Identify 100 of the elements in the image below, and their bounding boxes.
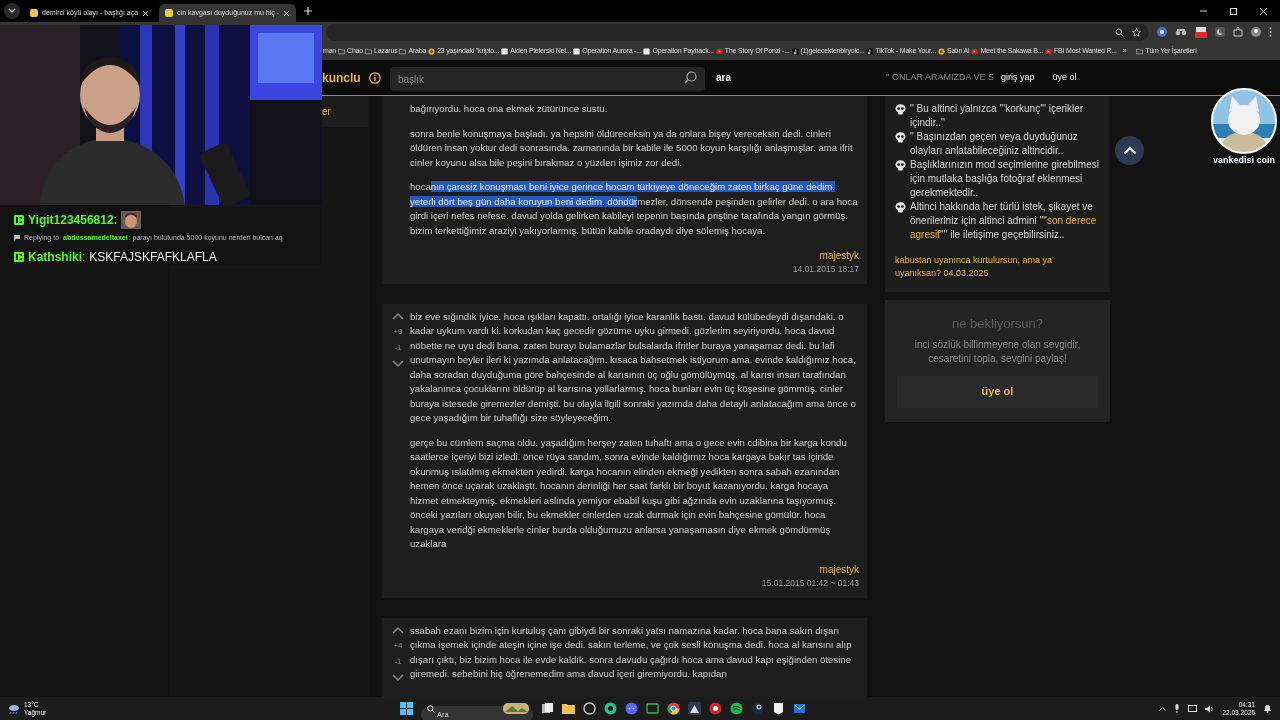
close-icon[interactable] xyxy=(283,9,291,17)
search-icon[interactable] xyxy=(684,70,697,84)
signup-button[interactable]: üye ol xyxy=(897,375,1098,408)
folder-icon xyxy=(364,47,372,55)
chat-message: KSKFAJSKFAFKLAFLA xyxy=(89,248,217,266)
zoom-icon[interactable] xyxy=(1115,27,1124,37)
badge-icon xyxy=(14,215,24,225)
chat-app-icon xyxy=(624,702,638,715)
entry-date: 14.01.2015 18:17 xyxy=(792,263,859,276)
extension-icon[interactable] xyxy=(1157,27,1167,37)
info-icon[interactable] xyxy=(368,71,381,84)
taskbar-app[interactable] xyxy=(561,702,575,715)
rule-text: '' Bu altinci yalnızca '''korkunç''' içerikler içindir..'' xyxy=(910,102,1085,130)
downvote-button[interactable] xyxy=(390,357,406,370)
glasses-icon[interactable] xyxy=(1175,27,1187,37)
downvote-count: -1 xyxy=(394,655,402,668)
task-view-icon xyxy=(540,702,554,715)
taskbar-app[interactable] xyxy=(771,702,785,715)
folder-icon xyxy=(1136,47,1144,55)
play-icon xyxy=(1045,47,1052,55)
close-icon xyxy=(1258,6,1268,16)
menu-icon[interactable] xyxy=(1269,27,1272,37)
plus-icon xyxy=(304,7,313,15)
entry-date: 15.01.2015 01:42 ~ 01:43 xyxy=(761,576,859,590)
chevron-up-icon[interactable] xyxy=(1159,706,1167,711)
taskbar-app[interactable] xyxy=(729,702,743,715)
entry-text: gerçe bu cümlem saçma oldu. yaşadığım herşey zaten tuhaftı ama o gece evin cdibina bir karga kondu saatlerce içeriyi bizi izledi. önce rüya sandım, sonra evinde kaldığımız hoca kargaya bakır tas içinde okunmuş ıslatılmış ekmekten yedirdi. karga hocanın elinden ekmeği yedikten sonra sabah ezanından hemen önce uçarak uzaklaştı. hocanın derinliği her saat farklı bir boyut kazanıyordu. karga hocaya hizmet etmekteymiş. ekmekleri aslında yemiyor ebabil kuşu gibi ağzında evin uzaklarına taşıyormuş. önceki yazıları okuyan bilir, bu ekmekler cinlerden uzak durmak için evin bahçesine gömülür. hoca kargaya veridği ekmeklerle cinler burda olduğumuzu anlarsa yanaşamasın diye ekmek gömdürmüş uzaklara xyxy=(410,435,848,552)
page-icon xyxy=(501,47,509,55)
microphone-icon[interactable] xyxy=(1174,704,1181,713)
chevron-up-icon xyxy=(1122,146,1137,155)
taskbar-app[interactable] xyxy=(687,702,701,715)
search-button[interactable]: ara xyxy=(713,70,734,85)
coin-icon xyxy=(428,47,436,55)
landscape-icon xyxy=(502,703,529,714)
speech-bubble-icon xyxy=(14,235,20,242)
entry-text: sonra benle konuşmaya başladı. ya hepsini öldüreceksin ya da onlara bişey vereceksin dedi. cinleri öldüren insan yoktur dedi sonrasında. zamanında bir kabile ile 5000 koyun karşılığı anlaşmışlar. ama ifrit cinler koyunu alsa bile peşini bırakmaz o yüzden işimiz zor dedi. xyxy=(410,126,854,170)
badge-icon xyxy=(14,251,24,262)
entry-text: ssabah ezanı bizim için kurtuluş çanı gibiydi bir sonraki yatsı namazına kadar. hoca bana sakın dışarı çıkma işemek içinde ateşin içine işe dedi. sakın terleme, ve çok sesli konuşma dedi. hoca al karısını alıp dışarı çıktı, biz bizim hoca ile evde kaldık. sonra davudu çağırdı hoca ama davud kapı eşiğinden ötesine giremedi. sebebini hiç öğrenemedim ama davud içeri giremiyordu. kapıdan xyxy=(410,623,853,681)
play-icon xyxy=(715,47,723,55)
site-logo[interactable]: kunclu xyxy=(322,68,361,87)
favicon-icon xyxy=(30,9,38,17)
maximize-icon xyxy=(1228,6,1238,16)
signup-link[interactable]: üye ol xyxy=(1049,70,1080,85)
music-note-icon xyxy=(866,47,874,55)
page-icon xyxy=(643,47,651,55)
upvote-count: +4 xyxy=(393,639,403,652)
author-link[interactable]: majestyk xyxy=(819,561,859,577)
chat-username[interactable]: Kathshiki xyxy=(28,247,82,266)
overlay-caption: vankedisi coin xyxy=(1213,154,1275,167)
tab-list-button[interactable] xyxy=(4,3,20,19)
downvote-count: -1 xyxy=(394,341,402,354)
author-link[interactable]: majestyk xyxy=(819,248,859,263)
taskbar-app[interactable] xyxy=(750,702,764,715)
taskbar-app[interactable] xyxy=(540,702,554,715)
entry-text: biz eve sığındık iyice. hoca ışıkları kapattı. ortalığı iyice karanlık bastı. davud külübedeydi dışarıdaki. o kadar uykum vardı ki. korkudan kaç gecedir gözüme uyku girmedi. gözlerim seyiriyordu. hoca davud nöbette ne uyu dedi bana. zaten burayı bulamazlar bulsalarda ifritler buraya yanaşamaz dedi. bu lafi unutmayın beyler ileri ki yazımda anlatacağım. kısaca bahsetmek istiyorum ama. evinde kaldığımız hoca, daha soradan duyduğuma göre bahçesinde al karısının üç oğlu gömülüymüş. al karısı insan tarafından yakalanınca çocuklarını öldürüp al karısına yollarlarmış. hoca bunları evin üç köşesine gömmüş. cinler buraya istesede giremezler demişti. bu olayla ilgili sonraki yazımda daha detaylı anlatacağım ama önce o gece yaşadığım bir tuhaflığı size söyleyeceğim. xyxy=(410,309,857,426)
folder-icon xyxy=(338,47,346,55)
folder-icon xyxy=(561,702,575,715)
coin-icon xyxy=(937,47,945,55)
profile-icon[interactable] xyxy=(1251,27,1261,37)
taskbar-app[interactable] xyxy=(708,702,722,715)
chat-colon: : xyxy=(82,248,86,266)
login-link[interactable]: giriş yap xyxy=(998,70,1038,85)
cloud-rain-icon xyxy=(8,703,20,714)
browser-icon xyxy=(666,702,680,715)
downvote-button[interactable] xyxy=(390,671,406,684)
folder-icon xyxy=(399,47,407,55)
chat-username[interactable]: Yigit123456812 xyxy=(28,211,114,229)
chat-colon: : xyxy=(113,212,117,229)
star-icon[interactable] xyxy=(1132,27,1141,37)
monitor-icon[interactable] xyxy=(1188,704,1198,713)
xbox-icon xyxy=(645,702,659,715)
rules-footer: kabustan uyanınca kurtulursun, ama ya uyanıksan? 04.03.2025 xyxy=(895,254,1100,280)
join-text: inci sözlük billinmeyene olan sevgidir, cesaretini topla, sevgini paylaş! xyxy=(913,337,1082,366)
record-icon xyxy=(708,702,722,715)
page-icon xyxy=(573,47,581,55)
skull-icon xyxy=(895,104,906,115)
music-app-icon xyxy=(729,702,743,715)
launcher-icon xyxy=(771,702,785,715)
chevron-icon xyxy=(8,8,16,14)
rule-text: Başlıklarınızın mod seçimlerine girebilmesi için mutlaka başlığa fotoğraf eklenmesi gerekmektedir.. xyxy=(910,158,1100,200)
taskbar-app[interactable] xyxy=(603,702,617,715)
taskbar-app[interactable] xyxy=(624,702,638,715)
skull-icon xyxy=(895,202,906,213)
steam-icon xyxy=(750,702,764,715)
new-badge-icon[interactable] xyxy=(1195,26,1207,38)
close-icon[interactable] xyxy=(142,9,150,17)
upvote-count: +9 xyxy=(393,325,403,338)
taskbar-app[interactable] xyxy=(792,702,806,715)
search-field[interactable]: başlık xyxy=(390,67,705,91)
bell-icon[interactable] xyxy=(1263,704,1272,713)
speaker-icon[interactable] xyxy=(1205,704,1215,713)
search-icon xyxy=(426,704,435,713)
moon-icon[interactable] xyxy=(1215,27,1225,37)
windows-logo-icon[interactable] xyxy=(399,702,413,715)
skull-icon xyxy=(895,132,906,143)
entry-text: bağırıyordu. hoca ona ekmek zütürünce sustu. xyxy=(410,102,609,116)
puzzle-icon[interactable] xyxy=(1233,27,1243,37)
sidebar-link[interactable]: er xyxy=(322,96,368,127)
taskbar-app[interactable] xyxy=(666,702,680,715)
join-title: ne bekliyorsun? xyxy=(950,315,1045,333)
